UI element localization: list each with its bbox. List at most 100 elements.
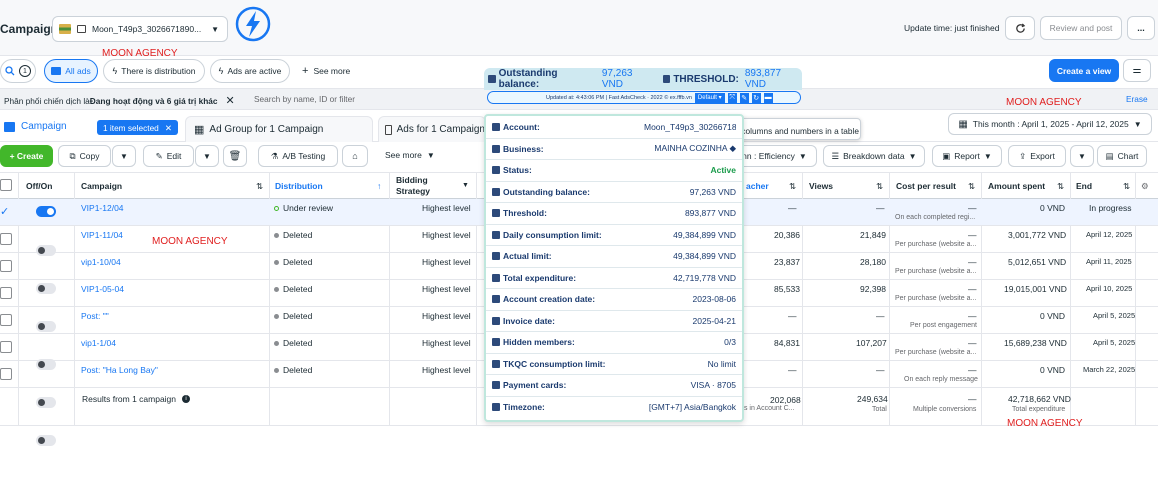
row-checkbox[interactable] (0, 368, 12, 380)
ab-testing-button[interactable]: ⚗ A/B Testing (258, 145, 338, 167)
copy-dropdown-button[interactable]: ▼ (112, 145, 136, 167)
more-options-button[interactable]: ... (1127, 16, 1155, 40)
trash-icon: 🗑 (228, 150, 242, 162)
row-campaign-name[interactable]: VIP1-05-04 (81, 284, 124, 294)
header-bidding[interactable]: Bidding Strategy (396, 175, 446, 197)
distribution-filter-button[interactable]: ϟ There is distribution (103, 59, 205, 83)
export-button[interactable]: ⇪ Export (1008, 145, 1066, 167)
row-campaign-name[interactable]: VIP1-11/04 (81, 230, 123, 240)
row-campaign-name[interactable]: vip1-1/04 (81, 338, 116, 348)
chevron-down-icon[interactable]: ▼ (462, 182, 469, 189)
popup-row-outstanding: Outstanding balance: 97,263 VND (486, 182, 742, 203)
row-toggle[interactable] (36, 245, 56, 256)
header-cost-per-result[interactable]: Cost per result (896, 181, 956, 191)
status-dot-gray (274, 340, 279, 346)
row-reach: 84,831 (774, 338, 800, 348)
row-checkbox[interactable] (0, 233, 12, 245)
row-toggle[interactable] (36, 321, 56, 332)
row-checkbox[interactable] (0, 287, 12, 299)
close-icon[interactable]: ✕ (226, 94, 235, 107)
tab-campaign[interactable]: Campaign (4, 121, 67, 132)
document-icon (662, 75, 671, 83)
refresh-button[interactable] (1005, 16, 1035, 40)
threshold-value: 893,877 VND (684, 208, 736, 219)
row-toggle[interactable] (36, 283, 56, 294)
row-campaign-name[interactable]: vip1-10/04 (81, 257, 121, 267)
sort-icon[interactable]: ⇅ (789, 181, 796, 192)
clear-selection-icon[interactable]: ✕ (165, 123, 172, 133)
create-button[interactable]: + Create (0, 145, 53, 167)
create-view-button[interactable]: Create a view (1049, 59, 1119, 82)
copy-button[interactable]: ⧉ Copy (58, 145, 111, 167)
sort-up-icon[interactable]: ↑ (377, 181, 381, 191)
search-toggle-button[interactable]: 1 (0, 59, 36, 83)
update-time: Update time: just finished (904, 23, 1000, 33)
business-value[interactable]: MAINHA COZINHA ◆ (654, 143, 736, 154)
info-icon[interactable]: i (182, 395, 191, 403)
tag-button[interactable]: ⌂ (342, 145, 368, 167)
lightning-logo-icon (234, 5, 272, 43)
chevron-down-icon: ▼ (120, 151, 128, 161)
sort-icon[interactable]: ⇅ (876, 181, 883, 192)
header-campaign[interactable]: Campaign (81, 181, 122, 191)
row-campaign-name[interactable]: VIP1-12/04 (81, 203, 124, 213)
date-range-picker[interactable]: ▦ This month : April 1, 2025 - April 12,… (948, 113, 1152, 135)
export-dropdown-button[interactable]: ▼ (1070, 145, 1094, 167)
header-views[interactable]: Views (809, 181, 833, 191)
erase-filters-button[interactable]: Erase (1126, 94, 1148, 104)
row-campaign-name[interactable]: Post: "Ha Long Bay" (81, 365, 158, 375)
header-onoff[interactable]: Off/On (26, 181, 52, 191)
refresh-icon[interactable]: ↻ (751, 92, 761, 103)
report-icon: ▣ (942, 150, 951, 161)
tab-adgroup[interactable]: ▦ Ad Group for 1 Campaign (185, 116, 373, 142)
header-reach[interactable]: acher (746, 181, 769, 191)
sort-icon[interactable]: ⇅ (1123, 181, 1130, 192)
search-input[interactable]: Search by name, ID or filter (254, 94, 355, 104)
expand-icon[interactable]: ⤧ (727, 92, 737, 103)
row-checkbox[interactable] (0, 260, 12, 272)
edit-dropdown-button[interactable]: ▼ (195, 145, 219, 167)
row-spent: 19,015,001 VND (1004, 284, 1067, 294)
select-all-checkbox[interactable] (0, 179, 12, 191)
row-toggle[interactable] (36, 206, 56, 217)
sort-icon[interactable]: ⇅ (1057, 181, 1064, 192)
see-more-filters-button[interactable]: + See more (302, 65, 350, 77)
row-toggle[interactable] (36, 435, 56, 446)
edit-button[interactable]: ✎ Edit (143, 145, 194, 167)
review-and-post-button[interactable]: Review and post (1040, 16, 1122, 40)
sort-icon[interactable]: ⇅ (968, 181, 975, 192)
row-checkbox[interactable] (0, 314, 12, 326)
header-amount-spent[interactable]: Amount spent (988, 181, 1045, 191)
row-campaign-name[interactable]: Post: "" (81, 311, 109, 321)
see-more-toolbar-button[interactable]: See more ▼ (385, 150, 435, 160)
all-ads-button[interactable]: All ads (44, 59, 98, 83)
view-settings-button[interactable]: ⚌ (1123, 59, 1151, 82)
row-checkbox-checked[interactable]: ✓ (0, 206, 12, 218)
header-distribution[interactable]: Distribution (275, 181, 323, 191)
hidden-members-value: 0/3 (724, 337, 736, 348)
row-toggle[interactable] (36, 359, 56, 370)
account-value[interactable]: Moon_T49p3_30266718 (644, 122, 736, 132)
row-checkbox[interactable] (0, 341, 12, 353)
edit-icon[interactable]: ✎ (739, 92, 749, 103)
filter-chip[interactable]: Phân phối chiến dịch là Đang hoạt động v… (4, 94, 235, 107)
default-select[interactable]: Default ▾ (694, 92, 725, 103)
export-label: Export (1030, 151, 1055, 161)
minimize-icon[interactable]: ▬ (763, 92, 773, 103)
delete-button[interactable]: 🗑 (223, 145, 247, 167)
tab-ads[interactable]: Ads for 1 Campaign (378, 116, 486, 142)
consumption-limit-value: No limit (707, 358, 736, 369)
see-more-filters-label: See more (313, 66, 351, 76)
header-end[interactable]: End (1076, 181, 1092, 191)
columns-button[interactable]: nn : Efficiency ▼ (733, 145, 817, 167)
account-selector[interactable]: Moon_T49p3_3026671890... ▼ (52, 16, 228, 42)
sort-icon[interactable]: ⇅ (256, 181, 263, 192)
active-ads-filter-button[interactable]: ϟ Ads are active (210, 59, 290, 83)
column-settings-icon[interactable]: ⚙ (1141, 181, 1149, 192)
chart-button[interactable]: ▤ Chart (1097, 145, 1147, 167)
breakdown-button[interactable]: ☰ Breakdown data ▼ (823, 145, 925, 167)
selected-badge[interactable]: 1 item selected ✕ (97, 120, 178, 135)
report-button[interactable]: ▣ Report ▼ (932, 145, 1002, 167)
row-cpr: — (968, 338, 977, 348)
filter-chip-label: Phân phối chiến dịch là (4, 95, 90, 106)
